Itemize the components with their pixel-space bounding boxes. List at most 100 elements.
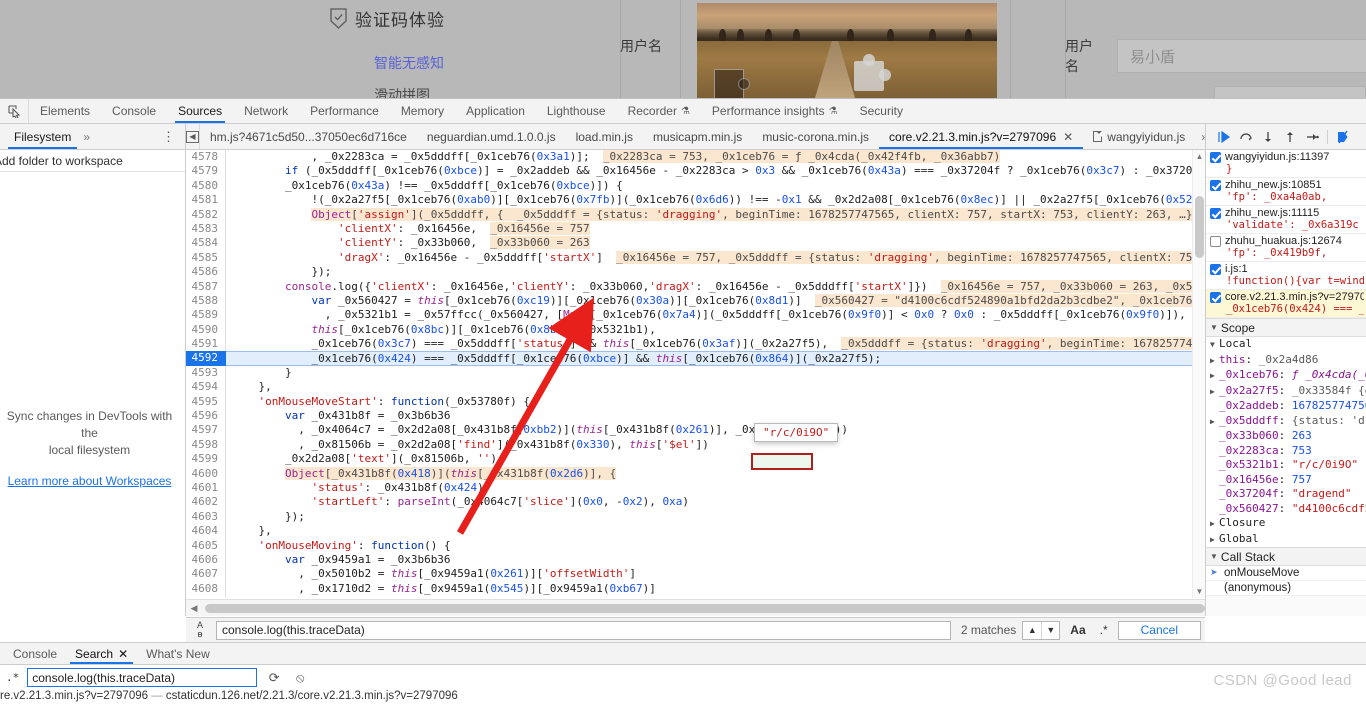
code-line[interactable]: 4583 'clientX': _0x16456e, _0x16456e = 7…	[186, 221, 1205, 237]
cancel-button[interactable]: Cancel	[1117, 620, 1201, 640]
code-line[interactable]: 4594 },	[186, 380, 1205, 395]
code-line[interactable]: 4578 , _0x2283ca = _0x5dddff[_0x1ceb76(0…	[186, 150, 1205, 165]
tab-performance[interactable]: Performance	[299, 99, 390, 123]
breakpoint-checkbox[interactable]	[1210, 263, 1221, 275]
line-number[interactable]: 4584	[186, 236, 226, 251]
code-text[interactable]: }	[226, 366, 1205, 380]
clear-icon[interactable]: ⦸	[291, 670, 309, 686]
code-text[interactable]: Object['assign'](_0x5dddff, { _0x5dddff …	[226, 207, 1205, 222]
scope-variable-row[interactable]: _0x560427: "d4100c6cdf52	[1206, 502, 1366, 517]
call-stack-frame-onmousemove[interactable]: onMouseMove	[1206, 566, 1366, 581]
code-text[interactable]: 'status': _0x431b8f(0x424),	[226, 481, 1205, 495]
code-text[interactable]: !(_0x2a27f5[_0x1ceb76(0xab0)][_0x1ceb76(…	[226, 193, 1205, 207]
code-text[interactable]: this[_0x1ceb76(0x8bc)][_0x1ceb76(0x8b0)]…	[226, 323, 1205, 337]
scope-variable-row[interactable]: _0x33b060: 263	[1206, 429, 1366, 444]
scroll-down-arrow-icon[interactable]: ▼	[1193, 587, 1205, 596]
scope-variable-row[interactable]: ▶_0x1ceb76: ƒ _0x4cda(_0x	[1206, 368, 1366, 384]
code-text[interactable]: },	[226, 524, 1205, 538]
editor-tab-wangyiyidun[interactable]: wangyiyidun.js	[1083, 124, 1195, 149]
refresh-icon[interactable]: ⟳	[265, 670, 283, 686]
code-line[interactable]: 4595 'onMouseMoveStart': function(_0x537…	[186, 394, 1205, 410]
learn-more-about-workspaces-link[interactable]: Learn more about Workspaces	[0, 473, 179, 490]
code-line[interactable]: 4608 , _0x1710d2 = this[_0x9459a1(0x545)…	[186, 581, 1205, 597]
deactivate-breakpoints-button[interactable]	[1333, 127, 1353, 147]
code-line[interactable]: 4586 });	[186, 265, 1205, 280]
tab-recorder[interactable]: Recorder ⚗	[617, 99, 701, 123]
line-number[interactable]: 4599	[186, 452, 226, 467]
scope-variable-row[interactable]: _0x37204f: "dragend"	[1206, 487, 1366, 502]
breakpoint-item[interactable]: core.v2.21.3.min.js?v=27970 _0x1ceb76(0x4…	[1206, 290, 1366, 318]
tab-console[interactable]: Console	[101, 99, 167, 123]
tab-lighthouse[interactable]: Lighthouse	[536, 99, 617, 123]
editor-tab-neguardian[interactable]: neguardian.umd.1.0.0.js	[417, 124, 566, 149]
line-number[interactable]: 4583	[186, 221, 226, 237]
scope-variable-row[interactable]: ▶ this: _0x2a4d86	[1206, 353, 1366, 369]
match-case-toggle[interactable]: Aa	[1066, 623, 1089, 637]
code-line[interactable]: 4593 }	[186, 365, 1205, 381]
captcha-mode-slide-link[interactable]: 滑动拼图	[374, 85, 580, 98]
editor-tabs-overflow-icon[interactable]: »	[1195, 124, 1205, 149]
code-text[interactable]: console.log({'clientX': _0x16456e,'clien…	[226, 279, 1205, 294]
breakpoint-checkbox[interactable]	[1210, 291, 1221, 303]
breakpoint-location[interactable]: wangyiyidun.js:11397	[1225, 151, 1329, 163]
breakpoint-location[interactable]: zhuhu_huakua.js:12674	[1225, 235, 1342, 247]
line-number[interactable]: 4587	[186, 279, 226, 294]
editor-vertical-scrollbar[interactable]: ▲ ▼	[1192, 150, 1205, 598]
code-line[interactable]: 4585 'dragX': _0x16456e - _0x5dddff['sta…	[186, 250, 1205, 266]
breakpoint-checkbox[interactable]	[1210, 151, 1221, 163]
code-line[interactable]: 4579 if (_0x5dddff[_0x1ceb76(0xbce)] = _…	[186, 164, 1205, 179]
line-number[interactable]: 4603	[186, 509, 226, 525]
code-text[interactable]: 'clientY': _0x33b060, _0x33b060 = 263	[226, 236, 1205, 250]
code-line[interactable]: 4587 console.log({'clientX': _0x16456e,'…	[186, 279, 1205, 294]
line-number[interactable]: 4597	[186, 423, 226, 438]
tab-performance-insights[interactable]: Performance insights ⚗	[701, 99, 849, 123]
drawer-search-input[interactable]: console.log(this.traceData)	[27, 668, 258, 687]
code-line[interactable]: 4605 'onMouseMoving': function() {	[186, 538, 1205, 553]
chevron-right-icon[interactable]: ▶	[1210, 415, 1219, 430]
breakpoint-checkbox[interactable]	[1210, 179, 1221, 191]
scope-variable-row[interactable]: _0x5321b1: "r/c/0i9O"	[1206, 458, 1366, 473]
code-text[interactable]: , _0x81506b = _0x2d2a08['find'](_0x431b8…	[226, 438, 1205, 452]
line-number[interactable]: 4579	[186, 164, 226, 179]
breakpoint-item[interactable]: zhihu_new.js:11115'validate': _0x6a319c	[1206, 206, 1366, 234]
scope-group-local[interactable]: ▼ Local	[1206, 337, 1366, 353]
code-line[interactable]: 4582 Object['assign'](_0x5dddff, { _0x5d…	[186, 207, 1205, 222]
editor-tab-hm-js[interactable]: hm.js?4671c5d50...37050ec6d716ce	[200, 124, 417, 149]
drawer-tab-whats-new[interactable]: What's New	[137, 643, 219, 664]
scroll-left-arrow-icon[interactable]: ◀	[186, 603, 202, 614]
code-text[interactable]: _0x1ceb76(0x424) === _0x5dddff[_0x1ceb76…	[226, 351, 1205, 366]
code-line[interactable]: 4604 },	[186, 524, 1205, 539]
editor-tab-load-min[interactable]: load.min.js	[566, 124, 643, 149]
code-text[interactable]: 'onMouseMoving': function() {	[226, 539, 1205, 553]
step-over-next-function-call-button[interactable]	[1236, 127, 1256, 147]
line-number[interactable]: 4598	[186, 437, 226, 453]
scope-variable-row[interactable]: ▶_0x5dddff: {status: 'dra	[1206, 414, 1366, 430]
code-text[interactable]: var _0x9459a1 = _0x3b6b36	[226, 553, 1205, 567]
scroll-up-arrow-icon[interactable]: ▲	[1193, 152, 1205, 161]
line-number[interactable]: 4608	[186, 581, 226, 597]
search-result-row[interactable]: re.v2.21.3.min.js?v=2797096 — cstaticdun…	[0, 690, 1366, 702]
tab-security[interactable]: Security	[849, 99, 914, 123]
breakpoint-location[interactable]: core.v2.21.3.min.js?v=27970	[1225, 291, 1364, 303]
editor-horizontal-scrollbar[interactable]: ◀ ▶	[186, 599, 1205, 616]
horizontal-scrollbar-track[interactable]	[202, 600, 1205, 617]
line-number[interactable]: 4594	[186, 380, 226, 395]
breakpoint-location[interactable]: zhihu_new.js:11115	[1225, 207, 1319, 219]
vertical-scrollbar-thumb[interactable]	[1195, 196, 1204, 258]
call-stack-section-header[interactable]: ▼ Call Stack	[1206, 547, 1366, 566]
breakpoint-location[interactable]: i.js:1	[1225, 263, 1248, 275]
tab-sources[interactable]: Sources	[167, 99, 233, 123]
breakpoint-item[interactable]: i.js:1 !function(){var t=wind	[1206, 262, 1366, 290]
resume-script-execution-button[interactable]	[1214, 127, 1234, 147]
breakpoint-item[interactable]: zhuhu_huakua.js:12674'fp': _0x419b9f,	[1206, 234, 1366, 262]
line-number[interactable]: 4601	[186, 480, 226, 496]
captcha-mode-smart-link[interactable]: 智能无感知	[374, 53, 580, 73]
code-line[interactable]: 4596 var _0x431b8f = _0x3b6b36	[186, 409, 1205, 424]
code-text[interactable]: _0x1ceb76(0x43a) !== _0x5dddff[_0x1ceb76…	[226, 179, 1205, 193]
puzzle-piece[interactable]	[854, 54, 891, 91]
breakpoint-item[interactable]: wangyiyidun.js:11397}	[1206, 150, 1366, 178]
code-text[interactable]: , _0x1710d2 = this[_0x9459a1(0x545)][_0x…	[226, 582, 1205, 596]
find-input[interactable]: console.log(this.traceData)	[216, 620, 951, 640]
code-text[interactable]: , _0x2283ca = _0x5dddff[_0x1ceb76(0x3a1)…	[226, 150, 1205, 164]
more-options-icon[interactable]: ⋮	[162, 129, 175, 145]
